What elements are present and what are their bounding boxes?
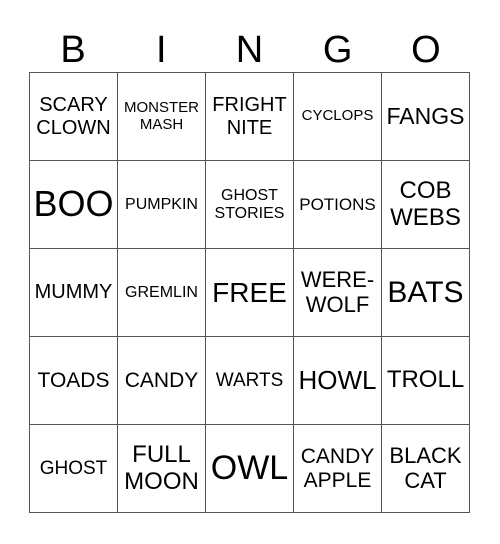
bingo-cell[interactable]: WARTS [205,336,294,425]
grid-row: SCARY CLOWN MONSTER MASH FRIGHT NITE CYCLOP… [29,72,470,161]
bingo-cell[interactable]: TOADS [29,336,118,425]
bingo-cell[interactable]: MONSTER MASH [117,72,206,161]
header-letter: O [411,29,441,71]
header-letter: G [322,29,353,71]
grid-row: MUMMY GREMLIN FREE WERE- WOLF BATS [29,248,470,337]
header-letter: N [235,29,264,71]
bingo-cell[interactable]: TROLL [381,336,470,425]
bingo-cell[interactable]: FREE [205,248,294,337]
header-letter: B [60,29,86,71]
bingo-cell[interactable]: HOWL [293,336,382,425]
grid-row: BOO PUMPKIN GHOST STORIES POTIONS COB WEBS [29,160,470,249]
bingo-cell[interactable]: SCARY CLOWN [29,72,118,161]
bingo-cell[interactable]: CANDY [117,336,206,425]
bingo-cell[interactable]: BOO [29,160,118,249]
bingo-cell[interactable]: MUMMY [29,248,118,337]
bingo-cell[interactable]: BLACK CAT [381,424,470,513]
bingo-cell[interactable]: BATS [381,248,470,337]
bingo-cell[interactable]: FANGS [381,72,470,161]
bingo-cell[interactable]: GREMLIN [117,248,206,337]
bingo-cell[interactable]: OWL [205,424,294,513]
bingo-header: B I N G O [29,28,470,72]
bingo-cell[interactable]: GHOST STORIES [205,160,294,249]
bingo-grid: SCARY CLOWN MONSTER MASH FRIGHT NITE CYCLOP… [29,72,470,513]
bingo-cell[interactable]: CYCLOPS [293,72,382,161]
grid-row: TOADS CANDY WARTS HOWL TROLL [29,336,470,425]
bingo-cell[interactable]: WERE- WOLF [293,248,382,337]
grid-row: GHOST FULL MOON OWL CANDY APPLE BLACK CAT [29,424,470,513]
bingo-cell[interactable]: POTIONS [293,160,382,249]
bingo-cell[interactable]: COB WEBS [381,160,470,249]
header-letter: I [156,29,167,71]
bingo-cell[interactable]: FRIGHT NITE [205,72,294,161]
bingo-cell[interactable]: FULL MOON [117,424,206,513]
bingo-cell[interactable]: GHOST [29,424,118,513]
bingo-cell[interactable]: PUMPKIN [117,160,206,249]
bingo-cell[interactable]: CANDY APPLE [293,424,382,513]
